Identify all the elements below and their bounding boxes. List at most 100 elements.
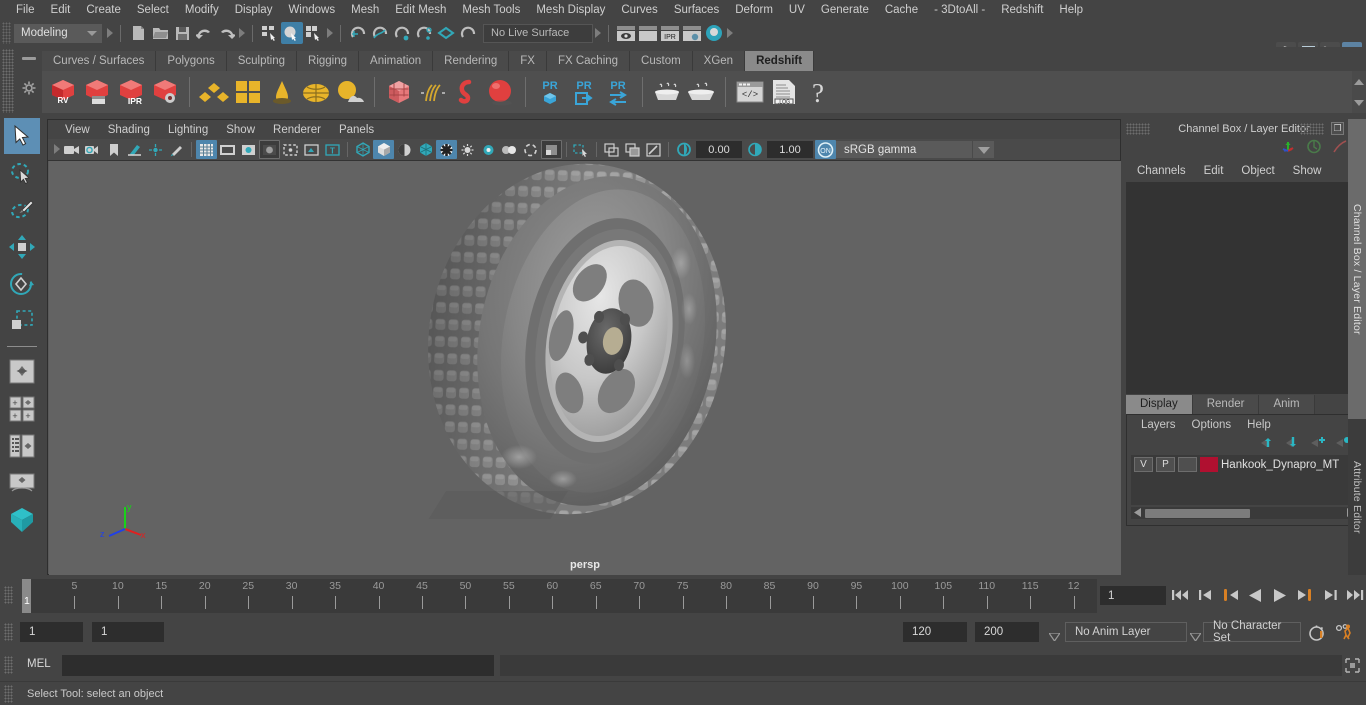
perspective-viewport[interactable]: y x z persp: [49, 161, 1121, 575]
toolbar-collapse-arrow-5[interactable]: [725, 25, 734, 42]
motion-blur-icon[interactable]: [499, 140, 520, 159]
wireframe-icon[interactable]: [352, 140, 373, 159]
layer-visibility-toggle[interactable]: V: [1134, 457, 1153, 472]
status-line-grip[interactable]: [2, 22, 11, 44]
resolution-gate-icon[interactable]: [238, 140, 259, 159]
rs-pr-bake-icon[interactable]: PR: [533, 73, 567, 111]
menu-item-uv[interactable]: UV: [781, 0, 813, 20]
toolbar-collapse-arrow-3[interactable]: [325, 25, 334, 42]
persp-outliner-layout-button[interactable]: [4, 428, 40, 464]
rs-help-icon[interactable]: ?: [801, 73, 835, 111]
layer-menu-help[interactable]: Help: [1239, 419, 1279, 431]
play-forwards-icon[interactable]: [1270, 584, 1290, 606]
shelf-tab-xgen[interactable]: XGen: [692, 51, 746, 71]
hypershade-layout-button[interactable]: [4, 502, 40, 538]
playback-start-time-field[interactable]: 1: [92, 622, 164, 642]
menu-item-mesh[interactable]: Mesh: [343, 0, 387, 20]
scale-tool-button[interactable]: [4, 303, 40, 339]
film-gate-icon[interactable]: [217, 140, 238, 159]
layer-row[interactable]: V P Hankook_Dynapro_MT: [1131, 455, 1357, 474]
character-set-field[interactable]: No Character Set: [1203, 620, 1301, 644]
layer-tab-display[interactable]: Display: [1126, 395, 1193, 414]
gamma-field[interactable]: 1.00: [767, 141, 813, 158]
auto-keyframe-icon[interactable]: [1308, 625, 1327, 647]
anim-layer-dropdown-icon[interactable]: [1047, 628, 1062, 643]
camera-icon[interactable]: [61, 140, 82, 159]
xray-icon[interactable]: [301, 140, 322, 159]
shelf-tab-rigging[interactable]: Rigging: [297, 51, 360, 71]
viewport-menu-show[interactable]: Show: [217, 124, 264, 136]
redo-icon[interactable]: [215, 22, 237, 44]
menu-item-help[interactable]: Help: [1051, 0, 1091, 20]
shelf-grip[interactable]: [2, 49, 14, 113]
rs-log-icon[interactable]: .LOG: [767, 73, 801, 111]
viewport-menu-shading[interactable]: Shading: [99, 124, 159, 136]
single-perspective-layout-button[interactable]: [4, 354, 40, 390]
shelf-tab-custom[interactable]: Custom: [630, 51, 693, 71]
redshift-rv-icon[interactable]: RV: [46, 73, 80, 111]
shelf-tab-animation[interactable]: Animation: [359, 51, 434, 71]
bookmark-icon[interactable]: [103, 140, 124, 159]
screen-space-ao-icon[interactable]: [478, 140, 499, 159]
snap-to-curve-icon[interactable]: [369, 22, 391, 44]
layer-shading-toggle[interactable]: [1178, 457, 1197, 472]
toolbar-collapse-arrow-4[interactable]: [593, 25, 602, 42]
scroll-up-icon[interactable]: [1354, 78, 1364, 85]
current-time-indicator[interactable]: 1: [22, 579, 31, 613]
rs-script-icon[interactable]: </>: [733, 73, 767, 111]
rs-bake-icon[interactable]: [650, 73, 684, 111]
menu-item-deform[interactable]: Deform: [727, 0, 781, 20]
menu-item-edit[interactable]: Edit: [43, 0, 79, 20]
move-tool-button[interactable]: [4, 229, 40, 265]
grease-pencil-icon[interactable]: [166, 140, 187, 159]
render-settings-icon[interactable]: [681, 22, 703, 44]
menu-item-3dtoall[interactable]: - 3DtoAll -: [926, 0, 993, 20]
menu-item-file[interactable]: File: [8, 0, 43, 20]
live-surface-field[interactable]: No Live Surface: [483, 23, 593, 43]
select-by-hierarchy-icon[interactable]: [259, 22, 281, 44]
make-live-icon[interactable]: [457, 22, 479, 44]
shelf-tab-sculpting[interactable]: Sculpting: [226, 51, 298, 71]
snap-to-projected-center-icon[interactable]: [413, 22, 435, 44]
display-layer-icon[interactable]: [622, 140, 643, 159]
rs-bake2-icon[interactable]: [684, 73, 718, 111]
gamma-icon[interactable]: [744, 140, 765, 159]
snap-to-view-plane-icon[interactable]: [435, 22, 457, 44]
layer-list-scrollbar[interactable]: [1131, 507, 1357, 519]
animation-start-time-field[interactable]: 1: [20, 622, 83, 642]
channel-box-content[interactable]: [1126, 182, 1362, 394]
range-slider-grip[interactable]: [4, 623, 13, 641]
select-tool-button[interactable]: [4, 118, 40, 154]
menu-item-windows[interactable]: Windows: [280, 0, 343, 20]
color-management-toggle-icon[interactable]: ON: [815, 140, 836, 159]
shelf-tab-fx-caching[interactable]: FX Caching: [546, 51, 631, 71]
anim-layer-field[interactable]: No Anim Layer: [1065, 622, 1187, 642]
rs-sky-icon[interactable]: [333, 73, 367, 111]
smooth-shade-all-icon[interactable]: [373, 140, 394, 159]
rs-texture-icon[interactable]: [231, 73, 265, 111]
menu-item-generate[interactable]: Generate: [813, 0, 877, 20]
go-to-start-icon[interactable]: [1170, 584, 1190, 606]
exposure-field[interactable]: 0.00: [696, 141, 742, 158]
layer-list[interactable]: V P Hankook_Dynapro_MT: [1131, 455, 1357, 505]
ipr-render-icon[interactable]: IPR: [659, 22, 681, 44]
shelf-tab-polygons[interactable]: Polygons: [156, 51, 227, 71]
rs-environment-icon[interactable]: [299, 73, 333, 111]
layer-tab-anim[interactable]: Anim: [1259, 395, 1315, 414]
lasso-select-tool-button[interactable]: [4, 155, 40, 191]
channel-menu-channels[interactable]: Channels: [1128, 165, 1195, 177]
snap-to-point-icon[interactable]: [391, 22, 413, 44]
camera-attributes-icon[interactable]: [82, 140, 103, 159]
menu-item-curves[interactable]: Curves: [613, 0, 665, 20]
snap-to-grid-icon[interactable]: [347, 22, 369, 44]
open-scene-icon[interactable]: [149, 22, 171, 44]
toolbar-collapse-arrow[interactable]: [105, 25, 114, 42]
time-slider-grip[interactable]: [4, 586, 13, 604]
vtab-channel-box[interactable]: Channel Box / Layer Editor: [1348, 119, 1366, 419]
layer-color-swatch[interactable]: [1200, 457, 1218, 472]
image-plane-icon[interactable]: [124, 140, 145, 159]
rs-sphere-icon[interactable]: [484, 73, 518, 111]
viewport-menu-view[interactable]: View: [56, 124, 99, 136]
step-forward-frame-icon[interactable]: [1295, 584, 1315, 606]
select-by-component-icon[interactable]: [303, 22, 325, 44]
